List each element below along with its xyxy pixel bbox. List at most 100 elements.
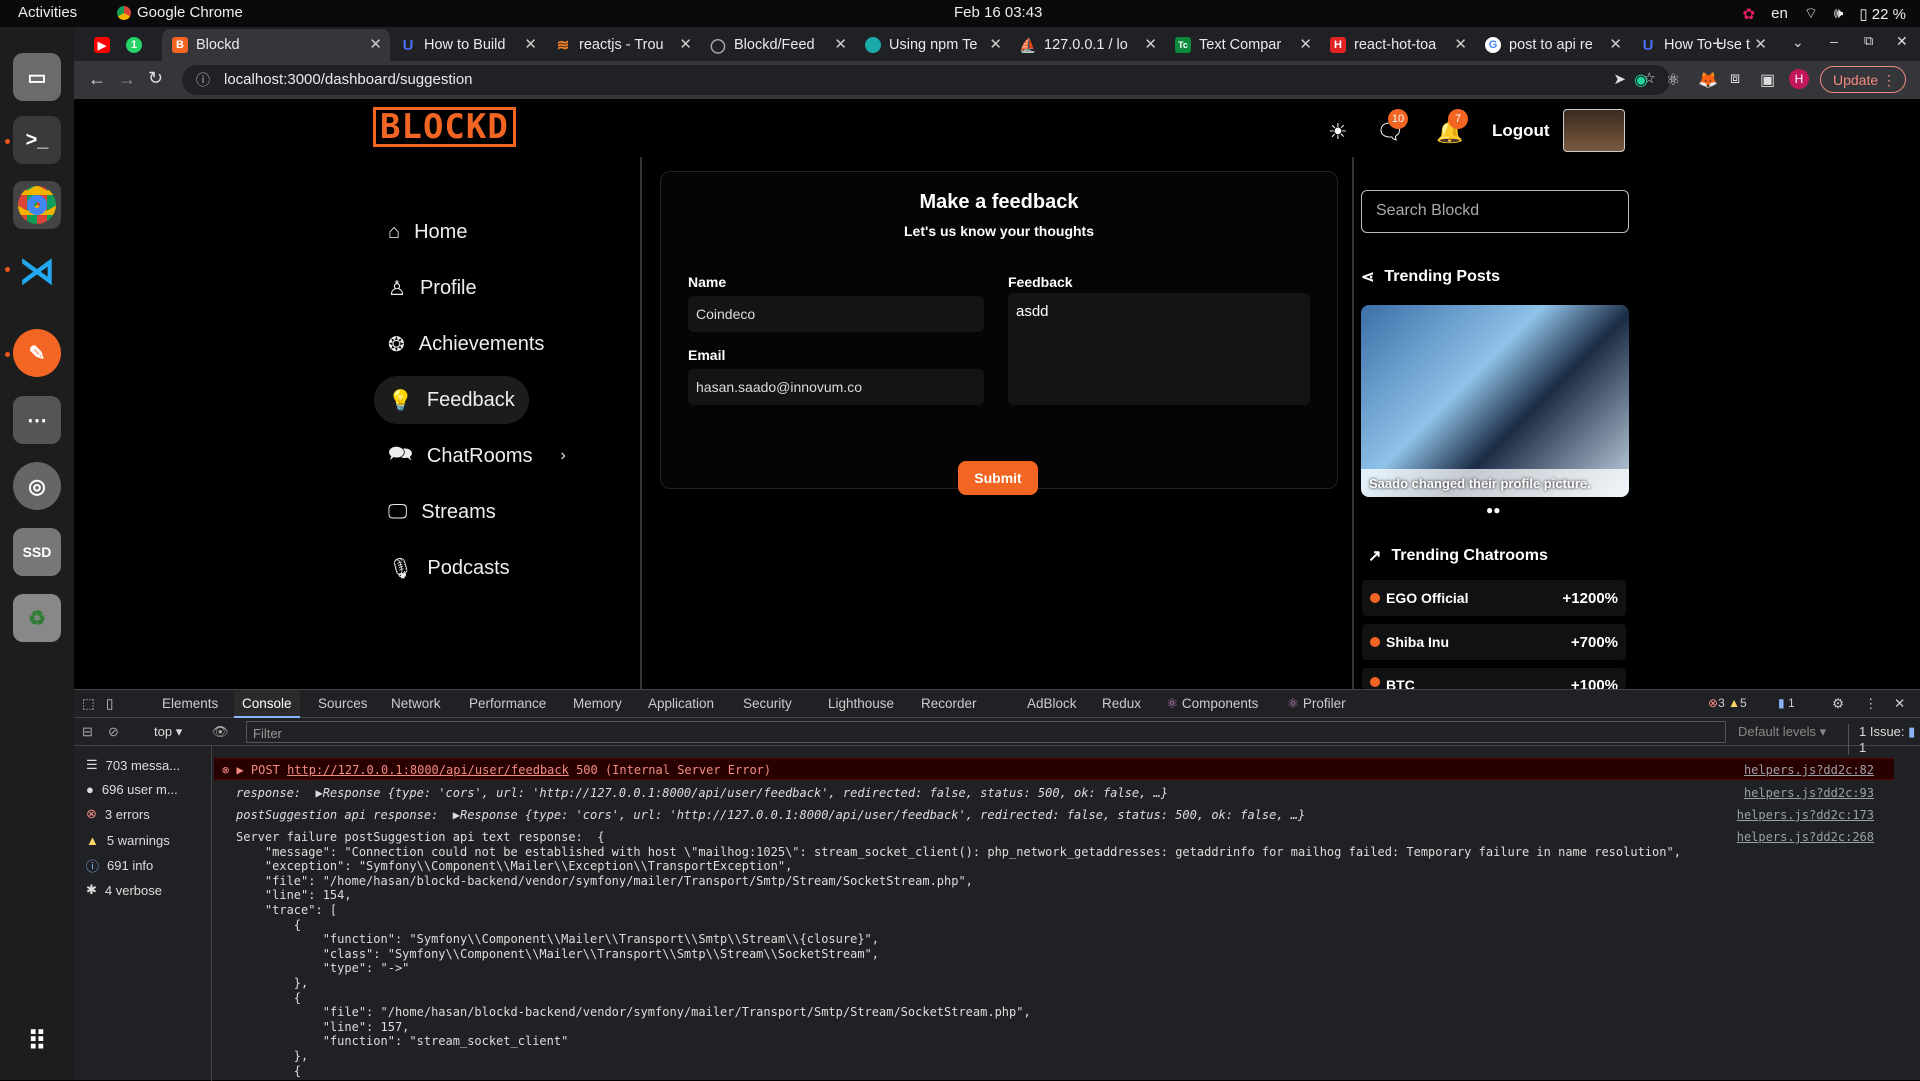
- drive-icon[interactable]: ⋯: [13, 396, 61, 444]
- extension-icon[interactable]: ◉: [1634, 70, 1648, 90]
- nav-home[interactable]: ⌂ Home: [374, 208, 481, 256]
- send-icon[interactable]: ➤: [1613, 70, 1626, 88]
- blockd-logo[interactable]: BLOCKD: [373, 107, 516, 147]
- info-counter[interactable]: ▮ 1: [1778, 696, 1795, 710]
- terminal-icon[interactable]: >_: [13, 116, 61, 164]
- show-apps-icon[interactable]: ⠿: [13, 1017, 61, 1065]
- tab-recorder[interactable]: Recorder: [921, 696, 977, 711]
- postman-icon[interactable]: ✎: [13, 329, 61, 377]
- console-log-server-failure[interactable]: Server failure postSuggestion api text r…: [236, 830, 1681, 1078]
- tab-memory[interactable]: Memory: [573, 696, 622, 711]
- minimize-icon[interactable]: –: [1830, 33, 1838, 49]
- url-field[interactable]: ⓘ localhost:3000/dashboard/suggestion ➤ …: [182, 65, 1670, 95]
- tab-network[interactable]: Network: [391, 696, 441, 711]
- user-avatar[interactable]: [1563, 109, 1625, 152]
- feedback-textarea[interactable]: asdd: [1008, 293, 1310, 405]
- tab-github[interactable]: ◯ Blockd/Feed ✕: [700, 29, 855, 61]
- trash-icon[interactable]: ♻: [13, 594, 61, 642]
- activities-button[interactable]: Activities: [18, 4, 77, 21]
- tab-components[interactable]: ⚛ Components: [1166, 696, 1258, 712]
- theme-toggle-icon[interactable]: ☀: [1328, 119, 1348, 145]
- search-input[interactable]: Search Blockd: [1361, 190, 1629, 233]
- react-devtools-icon[interactable]: ⚛: [1666, 70, 1680, 90]
- tab-lighthouse[interactable]: Lighthouse: [828, 696, 894, 711]
- tab-adblock[interactable]: AdBlock: [1027, 696, 1077, 711]
- console-log-response[interactable]: response: ▶Response {type: 'cors', url: …: [236, 786, 1168, 800]
- tab-whatsapp[interactable]: 1: [116, 29, 148, 61]
- tab-console[interactable]: Console: [234, 690, 300, 718]
- tab-youtube[interactable]: ▶: [84, 29, 116, 61]
- tab-security[interactable]: Security: [743, 696, 792, 711]
- nav-podcasts[interactable]: 🎙 Podcasts: [374, 544, 524, 592]
- inspect-icon[interactable]: ⬚: [82, 696, 95, 712]
- trending-post-image[interactable]: Saado changed their profile picture.: [1361, 305, 1629, 497]
- issue-counters[interactable]: ⊗3 ▲5: [1708, 696, 1747, 710]
- sidebar-errors[interactable]: ⊗ 3 errors: [86, 803, 150, 825]
- metamask-icon[interactable]: 🦊: [1698, 70, 1718, 90]
- extensions-puzzle-icon[interactable]: ⧈: [1730, 70, 1740, 88]
- console-log-post-response[interactable]: postSuggestion api response: ▶Response {…: [236, 808, 1305, 822]
- language-indicator[interactable]: en: [1771, 5, 1788, 22]
- source-link[interactable]: helpers.js?dd2c:93: [1744, 786, 1874, 800]
- tab-redux[interactable]: Redux: [1102, 696, 1141, 711]
- tab-sources[interactable]: Sources: [318, 696, 368, 711]
- chatroom-item[interactable]: BTC +100%: [1362, 668, 1626, 694]
- tab-reactjs[interactable]: ≋ reactjs - Trou ✕: [545, 29, 700, 61]
- context-select[interactable]: top ▾: [154, 724, 182, 740]
- close-tab-icon[interactable]: ✕: [834, 35, 847, 53]
- tab-react-hot-toast[interactable]: Hreact-hot-toa ✕: [1320, 29, 1475, 61]
- settings-gear-icon[interactable]: ⚙: [1832, 696, 1844, 712]
- eye-icon[interactable]: 👁: [212, 724, 229, 740]
- error-url-link[interactable]: http://127.0.0.1:8000/api/user/feedback: [287, 763, 569, 777]
- console-error-row[interactable]: ⊗ ▶ POST http://127.0.0.1:8000/api/user/…: [214, 758, 1894, 780]
- close-tab-icon[interactable]: ✕: [1299, 35, 1312, 53]
- clear-console-icon[interactable]: ⊘: [108, 724, 119, 740]
- nav-streams[interactable]: 🖵 Streams: [374, 488, 510, 536]
- forward-icon[interactable]: →: [118, 69, 136, 90]
- close-tab-icon[interactable]: ✕: [679, 35, 692, 53]
- nav-chatrooms[interactable]: 🗪 ChatRooms ›: [374, 432, 580, 480]
- chatroom-item[interactable]: Shiba Inu +700%: [1362, 624, 1626, 660]
- tab-blockd[interactable]: B Blockd ✕: [162, 29, 390, 61]
- ssd-icon[interactable]: SSD: [13, 528, 61, 576]
- chrome-dock-icon[interactable]: [13, 181, 61, 229]
- submit-button[interactable]: Submit: [958, 461, 1038, 495]
- sidebar-info[interactable]: ⓘ 691 info: [86, 854, 153, 876]
- console-filter-input[interactable]: Filter: [246, 721, 1726, 743]
- close-devtools-icon[interactable]: ✕: [1894, 696, 1905, 712]
- source-link[interactable]: helpers.js?dd2c:82: [1744, 763, 1874, 777]
- email-field[interactable]: hasan.saado@innovum.co: [688, 369, 984, 405]
- tab-elements[interactable]: Elements: [162, 696, 218, 711]
- sidebar-toggle-icon[interactable]: ⊟: [82, 724, 93, 740]
- system-tray[interactable]: ✿ en ⌔ 🕪 ▯ 22 %: [1743, 4, 1906, 23]
- files-icon[interactable]: ▭: [13, 53, 61, 101]
- reload-icon[interactable]: ↻: [148, 68, 163, 89]
- sidebar-user-messages[interactable]: ● 696 user m...: [86, 778, 178, 800]
- close-window-icon[interactable]: ✕: [1896, 33, 1908, 50]
- sidebar-messages[interactable]: ☰ 703 messa...: [86, 754, 180, 776]
- update-button[interactable]: Update ⋮: [1820, 66, 1906, 93]
- tab-npm[interactable]: Using npm Te ✕: [855, 29, 1010, 61]
- more-menu-icon[interactable]: ⋮: [1864, 696, 1878, 712]
- close-tab-icon[interactable]: ✕: [1454, 35, 1467, 53]
- back-icon[interactable]: ←: [88, 69, 106, 90]
- tab-profiler[interactable]: ⚛ Profiler: [1287, 696, 1346, 712]
- source-link[interactable]: helpers.js?dd2c:173: [1737, 808, 1874, 822]
- vscode-icon[interactable]: ⋊: [13, 247, 61, 295]
- tab-how-to-build[interactable]: U How to Build ✕: [390, 29, 545, 61]
- close-tab-icon[interactable]: ✕: [1754, 35, 1767, 53]
- close-tab-icon[interactable]: ✕: [989, 35, 1002, 53]
- logout-button[interactable]: Logout: [1492, 121, 1550, 141]
- maximize-icon[interactable]: ⧉: [1864, 33, 1873, 49]
- clock[interactable]: Feb 16 03:43: [954, 4, 1042, 21]
- tab-application[interactable]: Application: [648, 696, 714, 711]
- sidebar-verbose[interactable]: ✱ 4 verbose: [86, 879, 162, 901]
- tab-google-search[interactable]: Gpost to api re ✕: [1475, 29, 1630, 61]
- sidebar-warnings[interactable]: ▲ 5 warnings: [86, 829, 170, 851]
- device-toolbar-icon[interactable]: ▯: [106, 696, 113, 712]
- close-tab-icon[interactable]: ✕: [1144, 35, 1157, 53]
- tab-search-icon[interactable]: ⌄: [1792, 34, 1804, 51]
- profile-avatar[interactable]: H: [1789, 69, 1809, 89]
- tab-performance[interactable]: Performance: [469, 696, 546, 711]
- close-tab-icon[interactable]: ✕: [369, 35, 382, 53]
